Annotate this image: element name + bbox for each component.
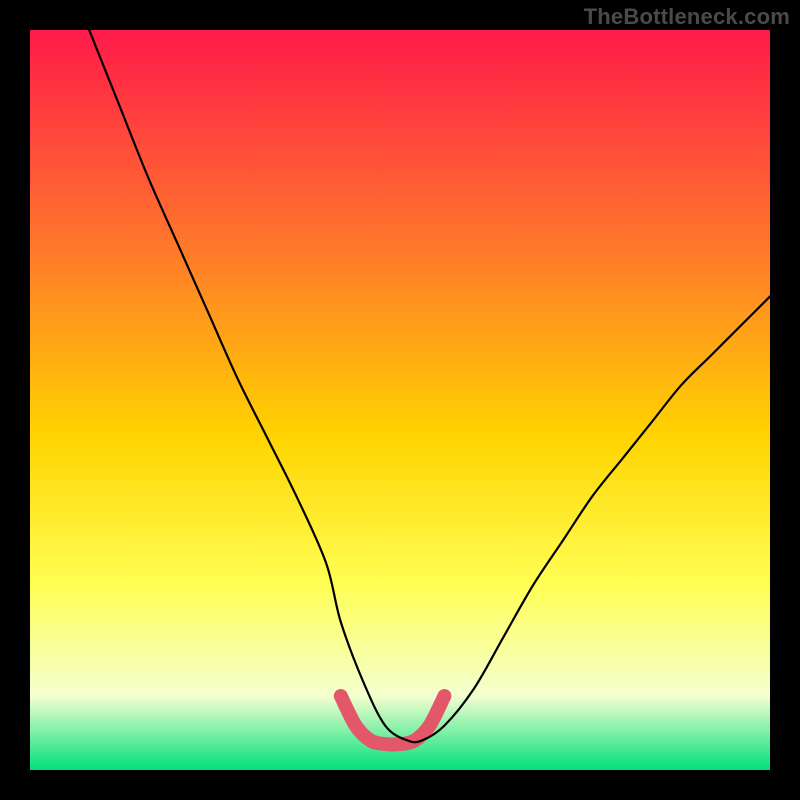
chart-curve-layer	[30, 30, 770, 770]
plot-area	[30, 30, 770, 770]
attribution-label: TheBottleneck.com	[584, 4, 790, 30]
bottleneck-curve	[89, 30, 770, 742]
chart-frame: TheBottleneck.com	[0, 0, 800, 800]
